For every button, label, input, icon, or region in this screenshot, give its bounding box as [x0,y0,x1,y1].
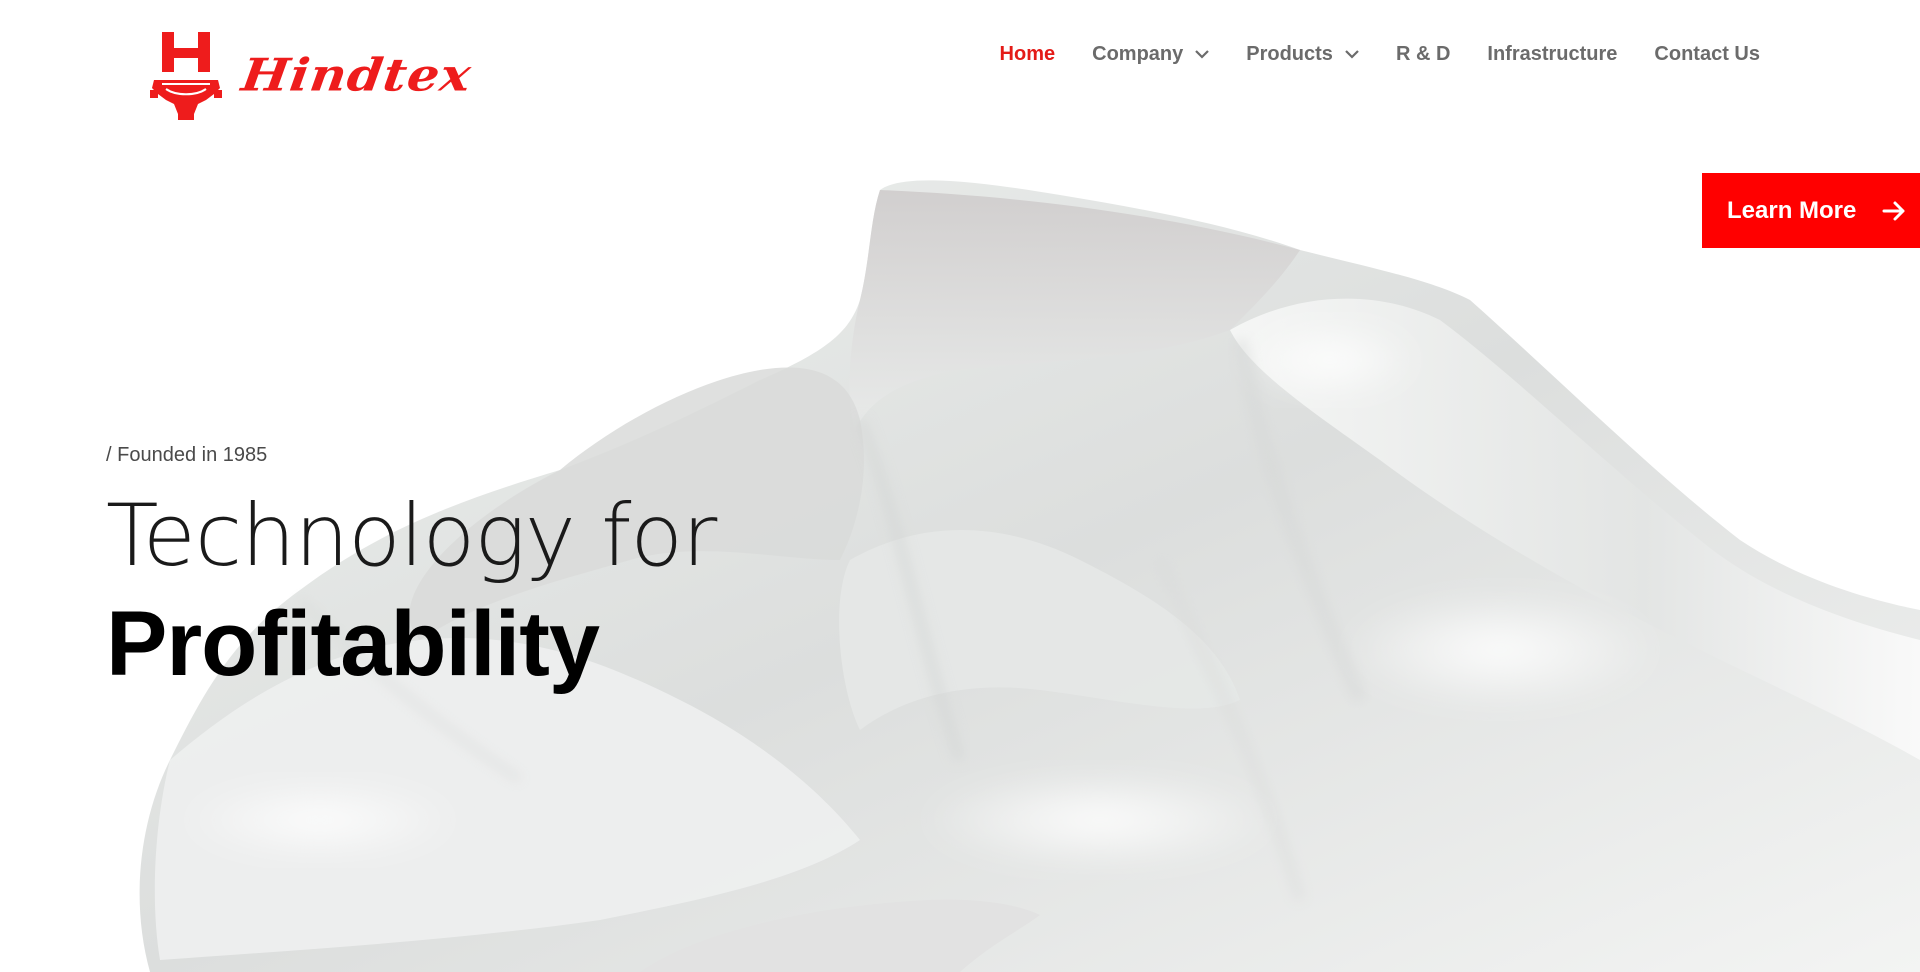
hero-headline-bold: Profitability [106,593,600,695]
chevron-down-icon [1195,49,1210,59]
nav-item-label: Products [1246,43,1333,65]
nav-item-products[interactable]: Products [1246,40,1359,68]
nav-item-label: Contact Us [1654,43,1760,65]
nav-item-label: R & D [1395,43,1451,65]
nav-item-home[interactable]: Home [1000,40,1056,68]
nav-item-rnd[interactable]: R & D [1396,40,1450,68]
hero-headline-light: Technology for [106,486,717,586]
nav-item-label: Company [1092,43,1184,65]
brand-wordmark: Hindtex [238,48,476,102]
nav-item-label: Infrastructure [1487,43,1618,65]
hero-heading-block: / Founded in 1985 Technology for Profita… [106,440,717,696]
h-gear-logo-icon [150,32,222,120]
brand-logo[interactable]: Hindtex [148,28,475,120]
learn-more-button[interactable]: Learn More [1702,173,1920,248]
main-nav: Home Company Products R & D Infrastructu… [963,40,1760,68]
nav-item-company[interactable]: Company [1092,40,1210,68]
arrow-right-icon [1882,201,1905,220]
nav-item-infrastructure[interactable]: Infrastructure [1487,40,1617,68]
site-header: Hindtex Home Company Products R & D Infr… [0,0,1920,120]
chevron-down-icon [1345,49,1359,59]
nav-item-label: Home [999,43,1056,65]
learn-more-label: Learn More [1727,196,1857,224]
nav-item-contact-us[interactable]: Contact Us [1654,40,1760,68]
founded-eyebrow: / Founded in 1985 [106,444,268,466]
